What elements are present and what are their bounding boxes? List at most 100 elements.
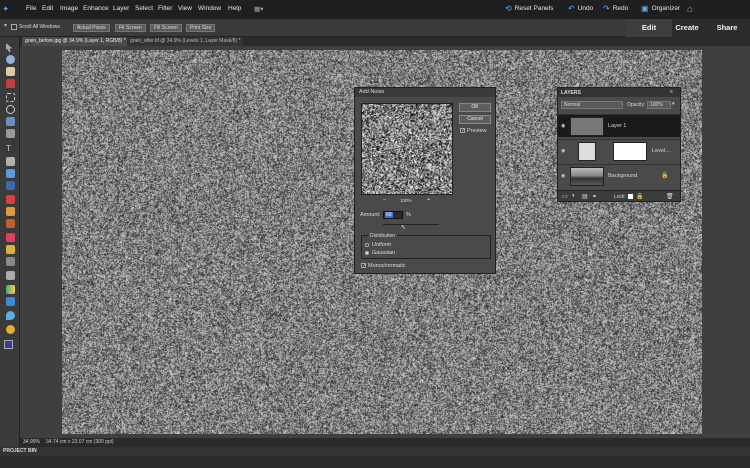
print-size-button[interactable]: Print Size bbox=[186, 24, 215, 32]
new-adjustment-icon[interactable]: ◐ bbox=[572, 193, 576, 199]
visibility-eye-icon[interactable]: ◉ bbox=[561, 148, 566, 153]
zoom-level[interactable]: 34.99% bbox=[23, 438, 40, 447]
blur-tool-icon[interactable] bbox=[6, 311, 15, 320]
doc-tab-active[interactable]: grain_before.jpg @ 34.9% (Layer 1, RGB/8… bbox=[22, 37, 129, 46]
redo-button[interactable]: ↷ Redo bbox=[603, 4, 628, 13]
amount-unit: % bbox=[406, 212, 411, 218]
layer-row[interactable]: ◉ Layer 1 bbox=[558, 114, 680, 137]
visibility-eye-icon[interactable]: ◉ bbox=[561, 123, 566, 128]
paint-bucket-icon[interactable] bbox=[6, 271, 15, 280]
menu-file[interactable]: File bbox=[26, 5, 36, 12]
layer-mask-thumbnail bbox=[613, 142, 647, 161]
healing-brush-icon[interactable] bbox=[6, 207, 15, 216]
tab-create[interactable]: Create bbox=[672, 20, 702, 36]
visibility-eye-icon[interactable]: ◉ bbox=[561, 173, 566, 178]
menu-select[interactable]: Select bbox=[135, 5, 153, 12]
smart-brush-icon[interactable] bbox=[6, 257, 15, 266]
menu-edit[interactable]: Edit bbox=[42, 5, 53, 12]
type-tool-icon[interactable]: T bbox=[6, 145, 15, 154]
clone-stamp-icon[interactable] bbox=[6, 219, 15, 228]
gaussian-label: Gaussian bbox=[372, 250, 395, 256]
doc-tab[interactable]: grain_after.tif @ 34.9% (Levels 1, Layer… bbox=[127, 37, 243, 46]
preview-checkbox[interactable]: ✓ bbox=[460, 128, 465, 133]
ok-button[interactable]: OK bbox=[459, 103, 491, 112]
preview-zoom: 100% bbox=[400, 198, 412, 203]
link-icon[interactable]: ⚭ bbox=[592, 193, 597, 200]
undo-button[interactable]: ↶ Undo bbox=[568, 4, 593, 13]
scroll-all-checkbox[interactable] bbox=[11, 24, 17, 30]
eraser-icon[interactable] bbox=[6, 233, 15, 242]
layer-name: Layer 1 bbox=[608, 123, 626, 129]
opacity-arrow-icon[interactable]: ▾ bbox=[672, 101, 675, 107]
actual-pixels-button[interactable]: Actual Pixels bbox=[73, 24, 110, 32]
project-bin-toggle[interactable]: PROJECT BIN bbox=[3, 447, 37, 456]
brush-tool-icon[interactable] bbox=[6, 245, 15, 254]
crop-tool-icon[interactable] bbox=[6, 157, 15, 166]
trash-icon[interactable]: 🗑 bbox=[666, 193, 674, 200]
scroll-all-label: Scroll All Windows bbox=[19, 24, 60, 30]
noise-preview[interactable] bbox=[361, 103, 453, 195]
gradient-tool-icon[interactable] bbox=[6, 285, 15, 294]
shape-tool-icon[interactable] bbox=[6, 297, 15, 306]
magic-wand-icon[interactable] bbox=[6, 117, 15, 126]
slider-cursor-icon: ↖ bbox=[401, 224, 406, 231]
gaussian-radio[interactable] bbox=[365, 251, 369, 255]
blend-mode-select[interactable]: Normal bbox=[561, 101, 623, 109]
layer-row[interactable]: ◉ Background 🔒 bbox=[558, 164, 680, 187]
zoom-tool-icon[interactable] bbox=[6, 55, 15, 64]
workspace-icon[interactable]: ▦▾ bbox=[254, 5, 263, 13]
zoom-in-button[interactable]: + bbox=[427, 197, 430, 203]
amount-input[interactable]: 60 bbox=[383, 211, 403, 219]
tab-share[interactable]: Share bbox=[712, 20, 742, 36]
cookie-cutter-icon[interactable] bbox=[6, 169, 15, 178]
sponge-tool-icon[interactable] bbox=[6, 325, 15, 334]
menu-view[interactable]: View bbox=[178, 5, 192, 12]
layers-header: LAYERS ≡ bbox=[558, 88, 680, 97]
layer-thumbnail bbox=[570, 117, 604, 136]
menu-window[interactable]: Window bbox=[198, 5, 221, 12]
red-eye-icon[interactable] bbox=[6, 195, 15, 204]
amount-label: Amount: bbox=[360, 212, 380, 218]
foreground-color-swatch[interactable] bbox=[4, 340, 13, 349]
opacity-input[interactable]: 100% bbox=[647, 101, 671, 109]
menu-layer[interactable]: Layer bbox=[113, 5, 129, 12]
hand-tool-icon[interactable] bbox=[6, 67, 15, 76]
add-noise-dialog: Add Noise OK Cancel ✓ Preview – 100% + A… bbox=[354, 87, 496, 274]
lock-all-icon[interactable]: 🔒 bbox=[636, 193, 643, 200]
menu-image[interactable]: Image bbox=[60, 5, 78, 12]
new-layer-icon[interactable]: ▭ bbox=[562, 193, 568, 200]
lock-transparent-icon[interactable] bbox=[628, 194, 633, 199]
menu-enhance[interactable]: Enhance bbox=[83, 5, 109, 12]
uniform-radio[interactable] bbox=[365, 243, 369, 247]
marquee-tool-icon[interactable] bbox=[6, 93, 15, 102]
menu-help[interactable]: Help bbox=[228, 5, 241, 12]
straighten-icon[interactable] bbox=[6, 181, 15, 190]
panel-menu-icon[interactable]: ≡ bbox=[670, 89, 673, 95]
lock-label: Lock: bbox=[614, 194, 626, 200]
move-tool-icon[interactable] bbox=[6, 43, 15, 52]
layers-panel-title: LAYERS bbox=[561, 90, 581, 96]
preview-label: Preview bbox=[467, 128, 487, 134]
tool-options-icon[interactable]: ▾ bbox=[4, 22, 7, 29]
menu-filter[interactable]: Filter bbox=[158, 5, 172, 12]
app-logo: ✦ bbox=[3, 5, 8, 13]
eyedropper-icon[interactable] bbox=[6, 79, 15, 88]
fit-screen-button[interactable]: Fit Screen bbox=[115, 24, 146, 32]
quick-selection-icon[interactable] bbox=[6, 129, 15, 138]
reset-icon: ⟲ bbox=[505, 4, 512, 13]
project-bin-bar: PROJECT BIN bbox=[0, 447, 750, 456]
lasso-tool-icon[interactable] bbox=[6, 105, 15, 114]
redo-icon: ↷ bbox=[603, 4, 610, 13]
layer-row[interactable]: ◉ Level... bbox=[558, 139, 680, 162]
fill-screen-button[interactable]: Fill Screen bbox=[150, 24, 182, 32]
organizer-button[interactable]: ▣ Organizer bbox=[641, 4, 680, 13]
zoom-out-button[interactable]: – bbox=[383, 197, 386, 203]
monochromatic-checkbox[interactable]: ✓ bbox=[361, 263, 366, 268]
home-icon[interactable]: ⌂ bbox=[687, 4, 693, 15]
opacity-label: Opacity: bbox=[627, 102, 645, 108]
amount-slider[interactable] bbox=[383, 224, 439, 225]
fill-layer-icon[interactable]: ▤ bbox=[582, 193, 588, 200]
reset-panels-button[interactable]: ⟲ Reset Panels bbox=[505, 4, 553, 13]
cancel-button[interactable]: Cancel bbox=[459, 115, 491, 124]
tab-edit[interactable]: Edit bbox=[626, 20, 672, 36]
